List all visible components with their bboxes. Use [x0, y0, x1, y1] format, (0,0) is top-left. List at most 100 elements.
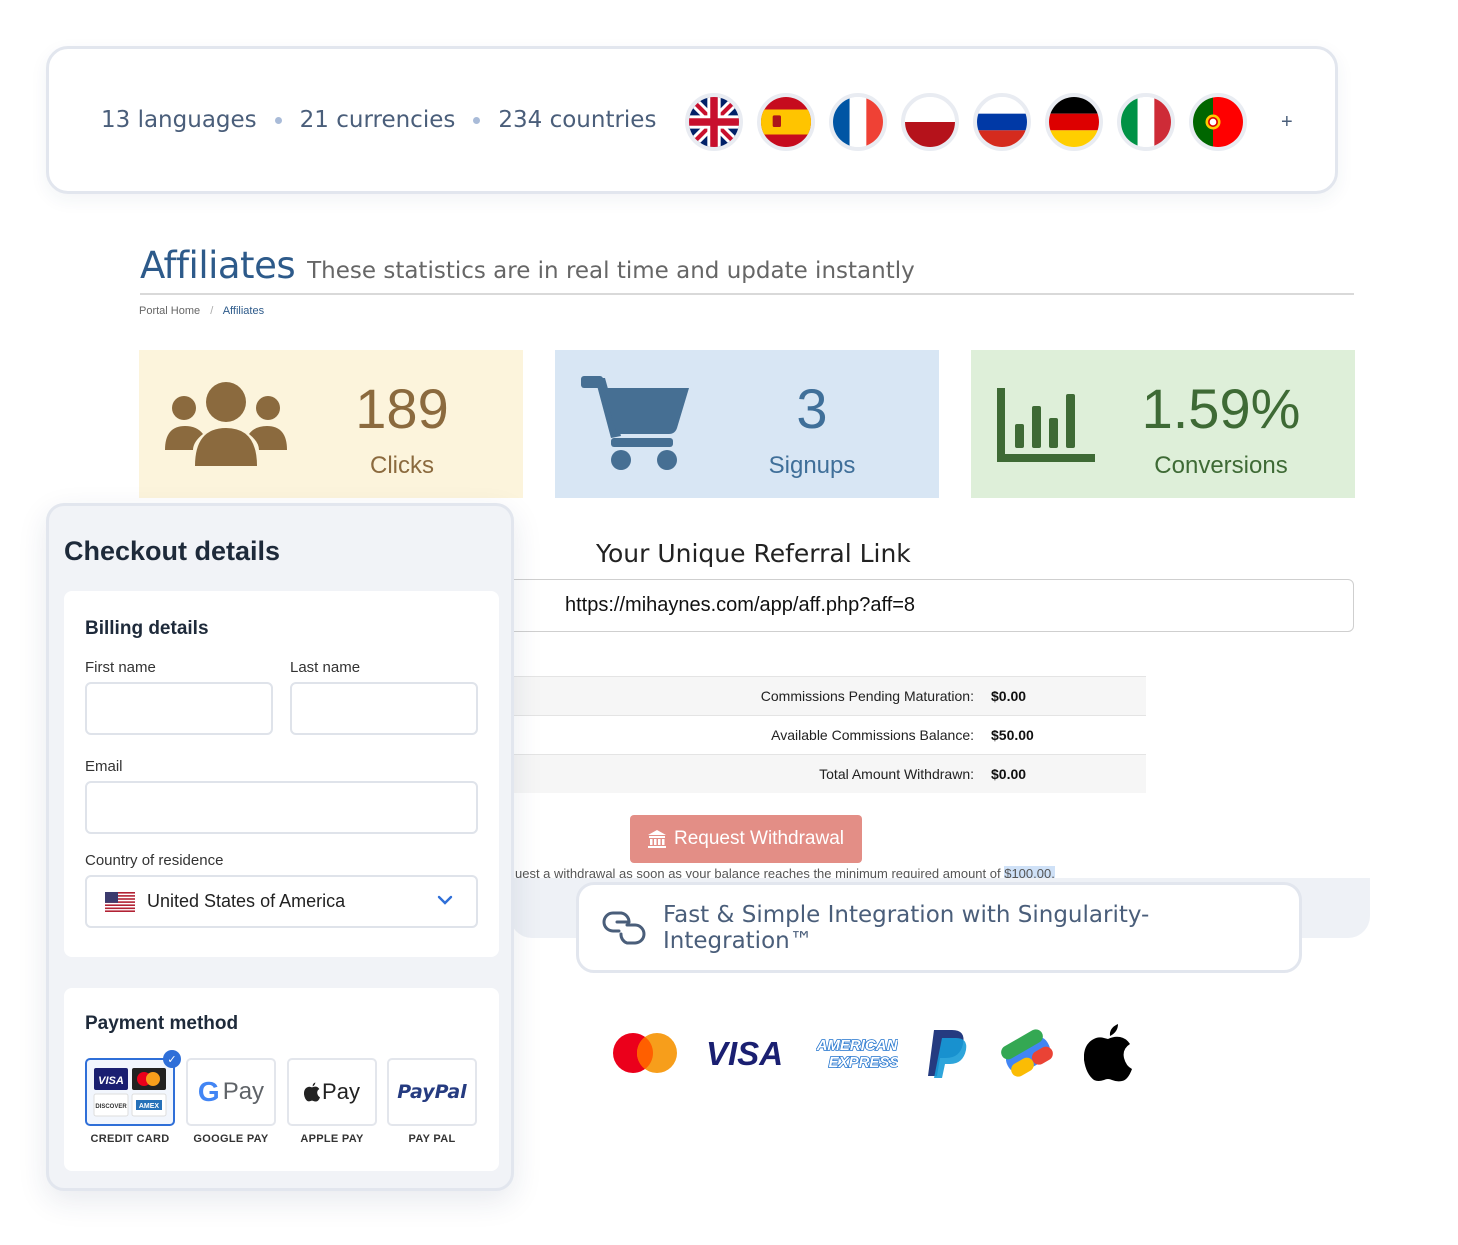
- last-name-field[interactable]: [290, 682, 478, 735]
- commission-label: Total Amount Withdrawn:: [819, 766, 974, 782]
- svg-text:VISA: VISA: [706, 1037, 783, 1069]
- poland-flag-icon[interactable]: [901, 93, 959, 151]
- paypal-icon: [926, 1028, 970, 1078]
- apple-pay-option[interactable]: Pay: [287, 1058, 377, 1126]
- currencies-count: 21 currencies: [299, 107, 456, 133]
- integration-text: Fast & Simple Integration with Singulari…: [662, 901, 1150, 954]
- svg-text:AMERICAN: AMERICAN: [816, 1037, 898, 1054]
- flag-list: +: [685, 93, 1293, 151]
- checkout-panel: Checkout details Billing details First n…: [46, 503, 514, 1191]
- referral-title: Your Unique Referral Link: [596, 539, 911, 568]
- google-pay-icon: [998, 1028, 1056, 1078]
- credit-card-icon: VISA DISCOVER AMEX: [93, 1068, 167, 1117]
- paypal-option[interactable]: PayPal: [387, 1058, 477, 1126]
- commission-label: Available Commissions Balance:: [771, 727, 974, 743]
- integration-card: Fast & Simple Integration with Singulari…: [576, 882, 1302, 973]
- us-flag-icon: [105, 891, 135, 912]
- clicks-label: Clicks: [370, 452, 434, 479]
- google-g-icon: G: [197, 1076, 220, 1107]
- header-divider: [140, 293, 1354, 295]
- countries-count: 234 countries: [498, 107, 657, 133]
- request-withdrawal-label: Request Withdrawal: [673, 828, 845, 849]
- email-field[interactable]: [85, 781, 478, 834]
- svg-text:VISA: VISA: [98, 1075, 124, 1087]
- page-subtitle: These statistics are in real time and up…: [307, 258, 915, 284]
- bar-chart-icon: [997, 388, 1095, 462]
- commission-value: $0.00: [991, 688, 1027, 704]
- spain-flag-icon[interactable]: [757, 93, 815, 151]
- first-name-field[interactable]: [85, 682, 273, 735]
- bank-icon: [647, 830, 666, 848]
- visa-icon: VISA: [706, 1037, 788, 1069]
- request-withdrawal-button[interactable]: Request Withdrawal: [630, 815, 862, 863]
- signups-label: Signups: [768, 452, 856, 479]
- table-row: Total Amount Withdrawn: $0.00: [480, 754, 1146, 793]
- apple-pay-label: APPLE PAY: [300, 1133, 364, 1145]
- checkout-title: Checkout details: [64, 536, 281, 566]
- cart-icon: [581, 376, 689, 470]
- google-pay-option[interactable]: G Pay: [186, 1058, 276, 1126]
- germany-flag-icon[interactable]: [1045, 93, 1103, 151]
- russia-flag-icon[interactable]: [973, 93, 1031, 151]
- conversions-value: 1.59%: [1141, 377, 1301, 440]
- payment-method-section: Payment method VISA DISCOVER AMEX ✓ G Pa…: [64, 988, 499, 1171]
- credit-card-option[interactable]: VISA DISCOVER AMEX: [85, 1058, 175, 1126]
- amex-icon: AMERICAN EXPRESS: [816, 1035, 898, 1071]
- apple-pay-text: Pay: [322, 1079, 360, 1104]
- commissions-table: Commissions Pending Maturation: $0.00 Av…: [480, 676, 1146, 793]
- clicks-value: 189: [355, 377, 449, 440]
- billing-title: Billing details: [85, 618, 209, 639]
- country-value: United States of America: [147, 891, 346, 911]
- breadcrumb-separator: /: [210, 305, 214, 317]
- country-label: Country of residence: [85, 852, 224, 869]
- credit-card-label: CREDIT CARD: [90, 1133, 170, 1145]
- commission-value: $0.00: [991, 766, 1027, 782]
- mastercard-icon: [612, 1032, 678, 1074]
- clicks-stat-tile: 189 Clicks: [139, 350, 523, 498]
- language-stats: 13 languages 21 currencies 234 countries: [101, 107, 656, 133]
- separator-dot: [274, 116, 282, 124]
- link-icon: [602, 911, 646, 944]
- languages-count: 13 languages: [101, 107, 257, 133]
- email-label: Email: [85, 758, 123, 775]
- conversions-stat-tile: 1.59% Conversions: [971, 350, 1355, 498]
- svg-text:EXPRESS: EXPRESS: [829, 1054, 898, 1071]
- italy-flag-icon[interactable]: [1117, 93, 1175, 151]
- signups-value: 3: [796, 377, 828, 440]
- paypal-label: PAY PAL: [408, 1133, 456, 1145]
- selected-check-icon: ✓: [163, 1050, 181, 1068]
- last-name-label: Last name: [290, 659, 361, 676]
- breadcrumb: Portal Home / Affiliates: [139, 305, 264, 317]
- separator-dot: [473, 116, 481, 124]
- country-select[interactable]: United States of America: [85, 875, 478, 928]
- languages-card: 13 languages 21 currencies 234 countries: [46, 46, 1338, 194]
- payment-logos: VISA AMERICAN EXPRESS: [612, 1024, 1160, 1082]
- paypal-text: PayPal: [397, 1081, 467, 1103]
- first-name-label: First name: [85, 659, 156, 676]
- apple-icon: [1084, 1024, 1132, 1082]
- svg-text:DISCOVER: DISCOVER: [95, 1104, 127, 1110]
- chevron-down-icon: [437, 895, 453, 905]
- page-header: Affiliates These statistics are in real …: [140, 244, 915, 287]
- google-pay-label: GOOGLE PAY: [193, 1133, 269, 1145]
- france-flag-icon[interactable]: [829, 93, 887, 151]
- breadcrumb-affiliates[interactable]: Affiliates: [223, 305, 264, 317]
- signups-stat-tile: 3 Signups: [555, 350, 939, 498]
- payment-title: Payment method: [85, 1013, 239, 1034]
- table-row: Commissions Pending Maturation: $0.00: [480, 676, 1146, 715]
- svg-text:AMEX: AMEX: [139, 1103, 160, 1110]
- apple-icon: [304, 1082, 321, 1102]
- page-title: Affiliates: [140, 244, 296, 287]
- more-languages-button[interactable]: +: [1281, 111, 1293, 134]
- portugal-flag-icon[interactable]: [1189, 93, 1247, 151]
- commission-label: Commissions Pending Maturation:: [760, 688, 974, 704]
- table-row: Available Commissions Balance: $50.00: [480, 715, 1146, 754]
- billing-details-section: Billing details First name Last name Ema…: [64, 591, 499, 957]
- breadcrumb-portal-home[interactable]: Portal Home: [139, 305, 200, 317]
- conversions-label: Conversions: [1154, 452, 1288, 479]
- google-pay-text: Pay: [222, 1078, 265, 1105]
- users-icon: [165, 382, 287, 466]
- commission-value: $50.00: [991, 727, 1034, 743]
- uk-flag-icon[interactable]: [685, 93, 743, 151]
- referral-link-field[interactable]: https://mihaynes.com/app/aff.php?aff=8: [480, 579, 1354, 632]
